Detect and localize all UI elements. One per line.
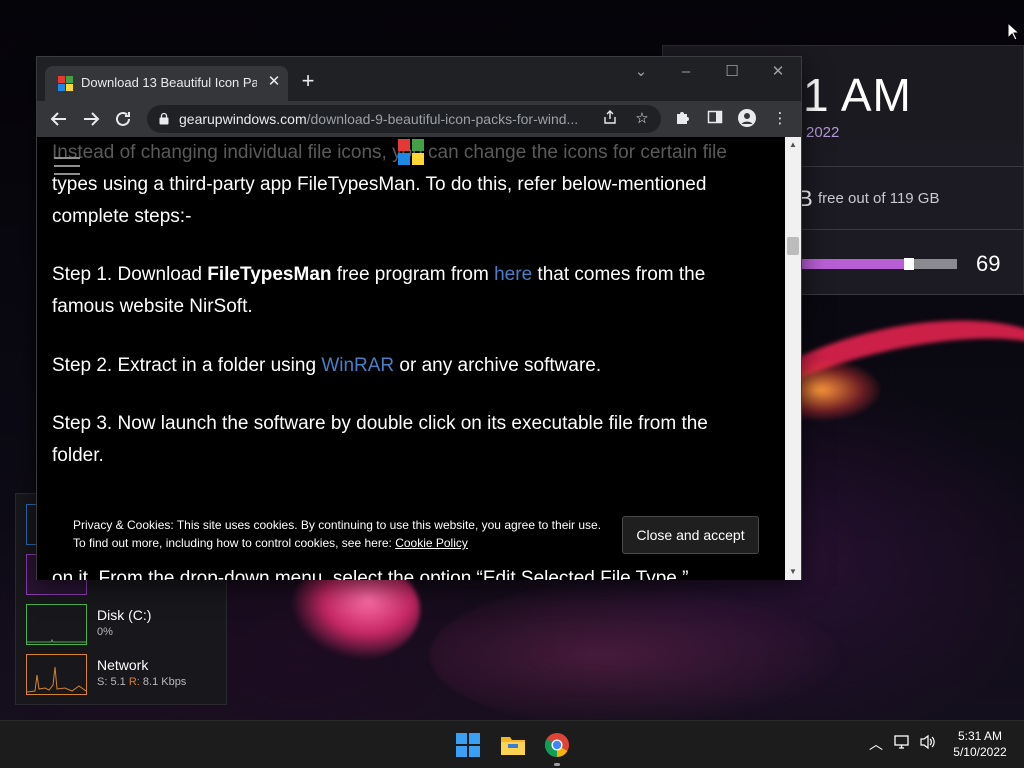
network-send-value: 5.1	[110, 676, 126, 688]
disk-value: 0%	[97, 626, 113, 638]
mouse-cursor-icon	[1007, 22, 1021, 41]
minimize-icon[interactable]: –	[671, 61, 701, 83]
close-and-accept-button[interactable]: Close and accept	[622, 516, 759, 554]
scroll-up-icon[interactable]: ▲	[785, 137, 801, 153]
step2-prefix: Step 2. Extract in a folder using	[52, 355, 322, 376]
winrar-link[interactable]: WinRAR	[321, 355, 394, 376]
article-intro-line: types using a third-party app FileTypesM…	[52, 174, 707, 195]
taskbar: ︿ 5:31 AM 5/10/2022	[0, 720, 1024, 768]
disk-graph-line	[27, 638, 86, 643]
reload-icon[interactable]	[111, 107, 135, 131]
widget-date: 2022	[806, 124, 840, 141]
widget-free-text: free out of 119 GB	[818, 190, 940, 207]
puzzle-icon[interactable]	[673, 109, 693, 129]
network-name: Network	[97, 657, 149, 673]
tab-strip: Download 13 Beautiful Icon Pack ✕ + ⌄ – …	[37, 57, 801, 101]
article-step-1: Step 1. Download FileTypesMan free progr…	[52, 259, 705, 291]
article-intro-line: complete steps:-	[52, 206, 192, 227]
url-host: gearupwindows.com	[179, 111, 307, 127]
address-bar[interactable]: gearupwindows.com/download-9-beautiful-i…	[147, 105, 661, 133]
article-step-2: Step 2. Extract in a folder using WinRAR…	[52, 350, 601, 382]
tab-search-icon[interactable]: ⌄	[626, 61, 656, 83]
perf-row-network[interactable]: Network S: 5.1 R: 8.1 Kbps	[26, 654, 221, 696]
taskbar-date: 5/10/2022	[953, 745, 1007, 759]
taskbar-time: 5:31 AM	[957, 729, 1003, 743]
article-step-3-line2: folder.	[52, 445, 104, 466]
network-recv-value: 8.1 Kbps	[142, 676, 187, 688]
taskbar-clock[interactable]: 5:31 AM 5/10/2022	[944, 728, 1016, 760]
chevron-up-icon[interactable]: ︿	[866, 734, 886, 754]
step1-suffix: that comes from the	[532, 264, 706, 285]
back-arrow-icon[interactable]	[47, 107, 71, 131]
browser-tab[interactable]: Download 13 Beautiful Icon Pack ✕	[45, 66, 288, 101]
scroll-down-icon[interactable]: ▼	[785, 564, 801, 580]
browser-window: Download 13 Beautiful Icon Pack ✕ + ⌄ – …	[36, 56, 802, 580]
lock-icon	[159, 112, 169, 125]
site-favicon-icon	[58, 76, 73, 91]
network-send-label: S:	[97, 676, 108, 688]
article-line-faded: Instead of changing individual file icon…	[52, 142, 727, 163]
start-icon[interactable]	[454, 731, 482, 759]
scroll-thumb[interactable]	[787, 237, 799, 255]
network-value: S: 5.1 R: 8.1 Kbps	[97, 676, 186, 688]
wallpaper-purple-wave	[430, 580, 850, 730]
close-window-icon[interactable]: ✕	[763, 61, 793, 83]
site-logo-icon[interactable]	[398, 139, 424, 165]
cookie-banner: Privacy & Cookies: This site uses cookie…	[55, 505, 770, 567]
article-step-1-line2: famous website NirSoft.	[52, 296, 253, 317]
page-content: Instead of changing individual file icon…	[37, 137, 785, 580]
widget-usage-fill	[801, 259, 909, 269]
network-recv-label: R:	[128, 676, 140, 688]
maximize-icon[interactable]: ☐	[717, 61, 747, 83]
running-indicator	[554, 763, 560, 766]
chrome-icon[interactable]	[543, 731, 571, 766]
step1-app-name: FileTypesMan	[207, 264, 332, 285]
article-step-3: Step 3. Now launch the software by doubl…	[52, 413, 708, 434]
star-icon[interactable]: ☆	[632, 109, 652, 129]
page-scrollbar[interactable]: ▲ ▼	[785, 137, 801, 580]
volume-icon[interactable]	[918, 734, 938, 754]
more-vertical-icon[interactable]: ⋮	[770, 109, 790, 129]
tab-title: Download 13 Beautiful Icon Pack	[81, 75, 257, 90]
perf-row-disk[interactable]: Disk (C:) 0%	[26, 604, 221, 646]
cookie-line-2-text: To find out more, including how to contr…	[73, 536, 396, 550]
network-graph-line	[26, 666, 87, 693]
widget-usage-bar	[801, 258, 957, 270]
step1-prefix: Step 1. Download	[52, 264, 208, 285]
cookie-message: Privacy & Cookies: This site uses cookie…	[73, 516, 613, 552]
share-icon[interactable]	[600, 109, 620, 129]
forward-arrow-icon[interactable]	[79, 107, 103, 131]
download-here-link[interactable]: here	[494, 264, 532, 285]
url-path: /download-9-beautiful-icon-packs-for-win…	[306, 111, 579, 127]
file-explorer-icon[interactable]	[499, 731, 527, 759]
browser-toolbar: gearupwindows.com/download-9-beautiful-i…	[37, 101, 801, 137]
cookie-policy-link[interactable]: Cookie Policy	[395, 536, 468, 550]
profile-icon[interactable]	[737, 109, 757, 129]
network-graph	[26, 654, 87, 695]
tab-close-icon[interactable]: ✕	[265, 73, 283, 91]
widget-usage-knob	[903, 258, 914, 270]
widget-clock: 1 AM	[803, 69, 912, 121]
disk-graph	[26, 604, 87, 645]
side-panel-icon[interactable]	[705, 109, 725, 129]
cookie-line-1: Privacy & Cookies: This site uses cookie…	[73, 518, 602, 532]
disk-name: Disk (C:)	[97, 607, 152, 623]
step1-mid: free program from	[331, 264, 495, 285]
menu-icon[interactable]	[54, 157, 80, 175]
cookie-line-2: To find out more, including how to contr…	[73, 534, 613, 552]
network-icon[interactable]	[893, 734, 913, 754]
url-text[interactable]: gearupwindows.com/download-9-beautiful-i…	[179, 111, 589, 127]
widget-usage-value: 69	[976, 251, 1001, 276]
new-tab-icon[interactable]: +	[297, 70, 319, 92]
step2-suffix: or any archive software.	[394, 355, 602, 376]
